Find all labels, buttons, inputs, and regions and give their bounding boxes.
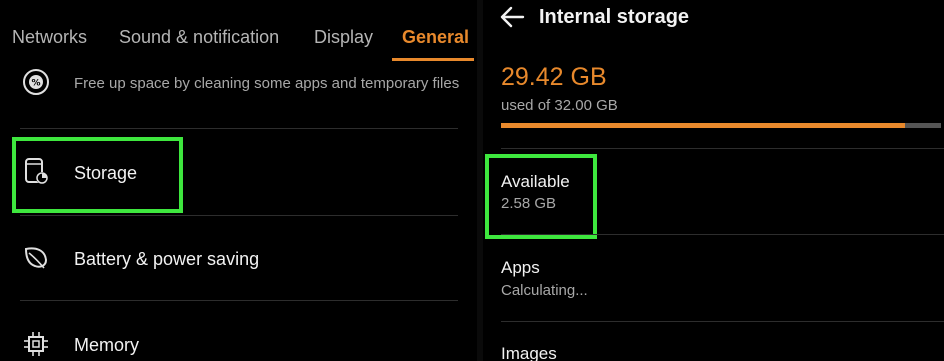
settings-row-title: Battery & power saving: [74, 249, 260, 269]
used-of-total: used of 32.00 GB: [501, 97, 618, 114]
settings-panel: Networks Sound & notification Display Ge…: [0, 0, 477, 361]
settings-tabs: Networks Sound & notification Display Ge…: [0, 0, 477, 62]
back-arrow-icon[interactable]: [499, 5, 525, 29]
divider: [501, 321, 944, 322]
highlight-box: [12, 137, 183, 213]
used-size: 29.42 GB: [501, 63, 607, 91]
settings-row-battery[interactable]: Battery & power saving: [0, 216, 477, 300]
highlight-box: [485, 154, 597, 239]
storage-panel: Internal storage 29.42 GB used of 32.00 …: [483, 0, 944, 361]
svg-text:%: %: [31, 79, 40, 89]
tab-networks[interactable]: Networks: [12, 27, 87, 48]
tab-sound-notification[interactable]: Sound & notification: [119, 27, 279, 48]
storage-usage-fill: [501, 123, 906, 128]
settings-row-title: Memory: [74, 335, 140, 355]
cleanup-icon: %: [23, 69, 49, 95]
divider: [501, 234, 944, 235]
page-title: Internal storage: [539, 6, 690, 28]
divider: [501, 148, 944, 149]
settings-row-cleanup[interactable]: % Free up space by cleaning some apps an…: [0, 62, 477, 128]
settings-row-memory[interactable]: Memory: [0, 301, 477, 361]
tab-general[interactable]: General: [402, 27, 469, 48]
storage-usage-bar: [501, 123, 941, 128]
leaf-icon: [24, 247, 48, 269]
storage-item-value: Calculating...: [501, 282, 588, 299]
chip-icon: [24, 332, 48, 356]
storage-item-title: Apps: [501, 258, 540, 277]
settings-row-subtitle: Free up space by cleaning some apps and …: [74, 75, 460, 92]
active-tab-indicator: [392, 58, 474, 61]
tab-display[interactable]: Display: [314, 27, 373, 48]
storage-item-title: Images: [501, 344, 557, 361]
